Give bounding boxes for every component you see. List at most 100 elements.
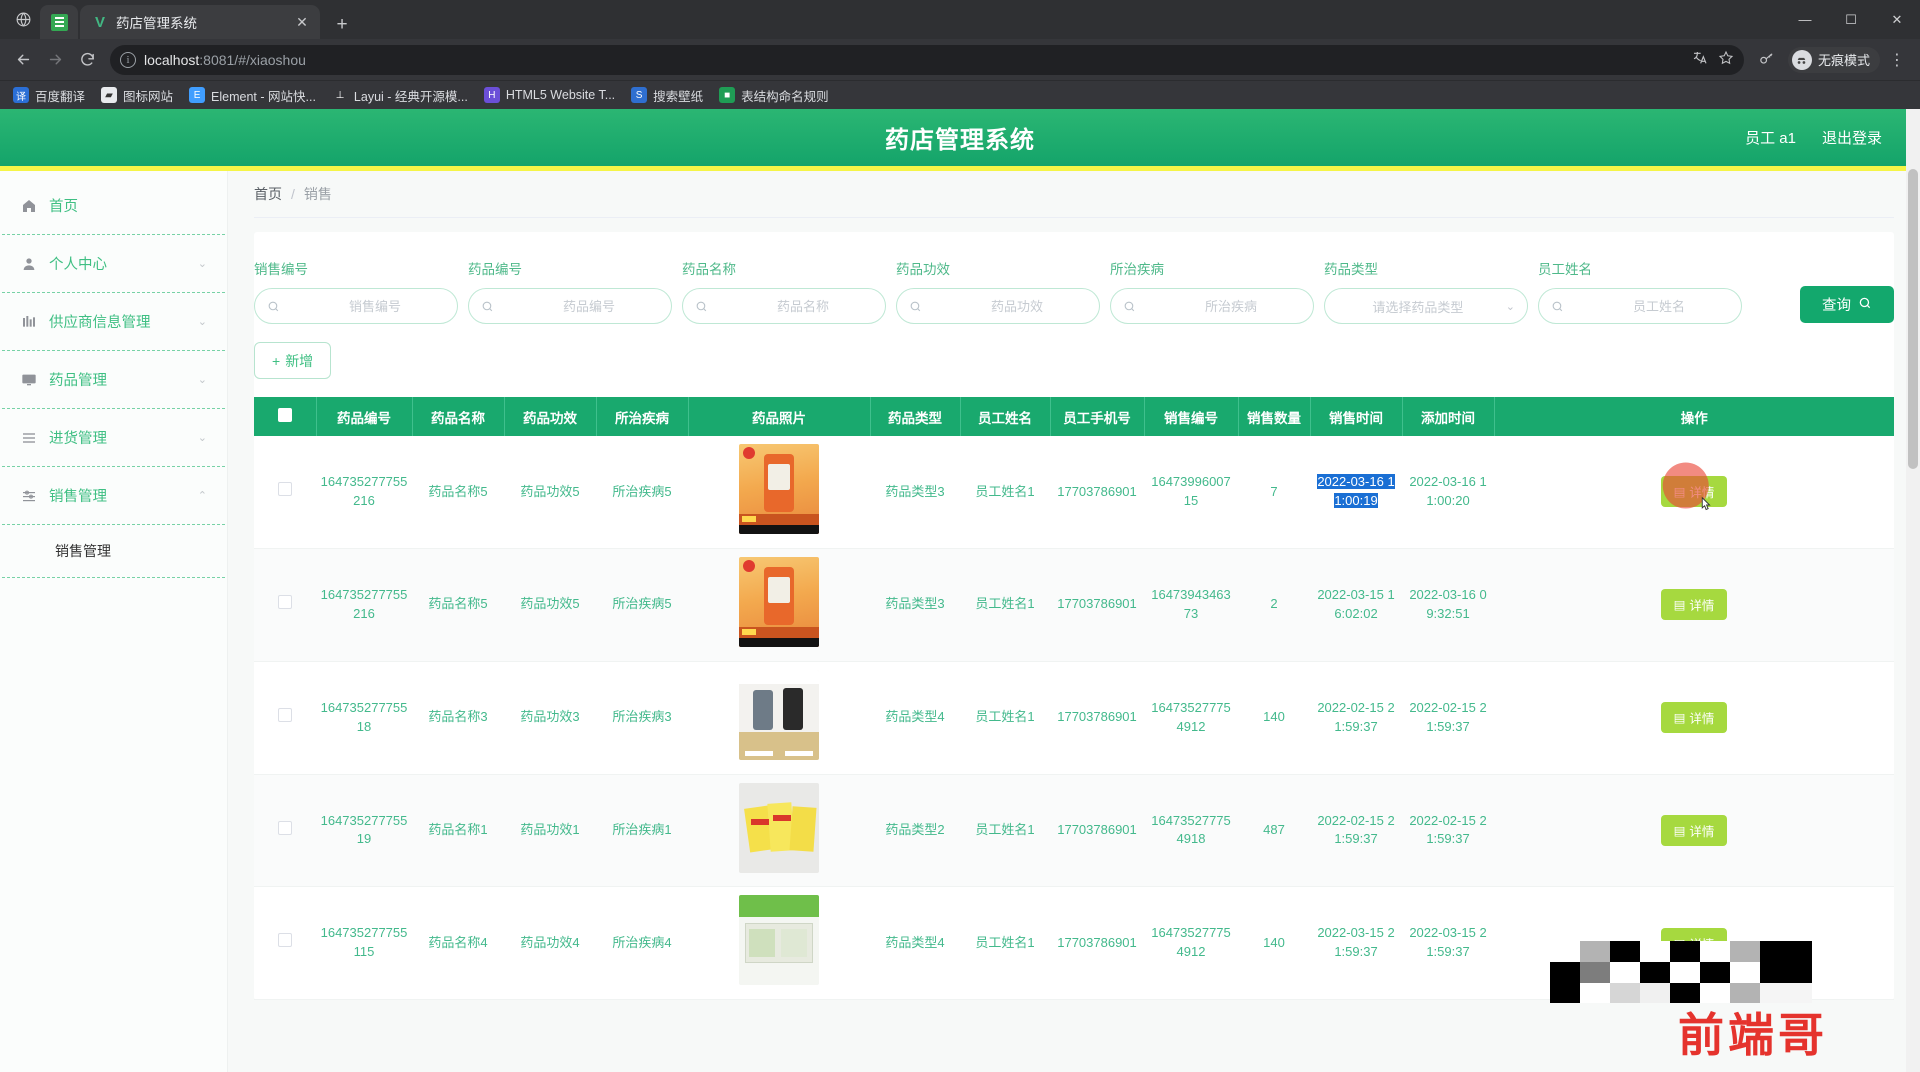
select-all-header[interactable] (254, 397, 317, 436)
search-icon (1123, 300, 1136, 313)
cell-sale-time: 2022-03-15 21:59:37 (1310, 886, 1402, 1001)
pinned-tab[interactable] (40, 5, 78, 39)
drug-photo-thumbnail[interactable] (739, 782, 819, 873)
drug-photo-thumbnail[interactable] (739, 669, 819, 760)
search-input[interactable] (1143, 298, 1319, 314)
search-input-wrapper[interactable] (254, 288, 463, 324)
drug-photo-thumbnail[interactable] (739, 444, 819, 534)
breadcrumb-home[interactable]: 首页 (254, 184, 282, 204)
document-icon: ▤ (1673, 598, 1686, 613)
bookmark-item[interactable]: ■ 表结构命名规则 (712, 83, 836, 108)
sidebar-item-drug[interactable]: 药品管理 ⌄ (0, 351, 227, 408)
col-disease: 所治疾病 (596, 397, 689, 436)
window-close-button[interactable]: ✕ (1874, 4, 1920, 36)
cell-phone: 17703786901 (1050, 774, 1144, 888)
row-select-cell[interactable] (254, 548, 316, 662)
cell-drug-type: 药品类型2 (870, 774, 960, 888)
cell-qty: 2 (1238, 548, 1310, 662)
key-icon[interactable] (1752, 45, 1782, 75)
bookmark-item[interactable]: ⊥ Layui - 经典开源模... (325, 83, 475, 108)
search-input-wrapper[interactable] (468, 288, 677, 324)
sidebar-item-sales[interactable]: 销售管理 ⌃ (0, 467, 227, 524)
row-checkbox[interactable] (278, 707, 292, 722)
browser-tab[interactable]: V 药店管理系统 ✕ (80, 5, 320, 39)
detail-button[interactable]: ▤ 详情 (1660, 476, 1728, 508)
sidebar-item-label: 进货管理 (49, 431, 107, 447)
cell-photo[interactable] (688, 774, 870, 888)
cell-phone: 17703786901 (1050, 436, 1144, 549)
search-input[interactable] (715, 298, 891, 314)
new-tab-button[interactable]: + (328, 11, 356, 39)
drug-photo-thumbnail[interactable] (739, 556, 819, 647)
search-input-wrapper[interactable] (1538, 288, 1747, 324)
minimize-button[interactable]: — (1782, 4, 1828, 36)
sidebar-item-home[interactable]: 首页 (0, 177, 227, 234)
row-select-cell[interactable] (254, 886, 316, 1001)
detail-button-label: 详情 (1689, 486, 1715, 501)
sidebar-item-purchase[interactable]: 进货管理 ⌄ (0, 409, 227, 466)
cell-photo[interactable] (688, 548, 870, 662)
row-select-cell[interactable] (254, 661, 316, 775)
bookmark-item[interactable]: S 搜索壁纸 (624, 83, 710, 108)
qr-code-watermark (1550, 941, 1812, 1003)
cell-photo[interactable] (688, 661, 870, 775)
page-scrollbar[interactable] (1906, 109, 1920, 1072)
close-icon[interactable]: ✕ (292, 12, 312, 32)
row-checkbox[interactable] (278, 482, 292, 496)
forward-icon[interactable] (40, 45, 70, 75)
bookmark-item[interactable]: ▰ 图标网站 (94, 83, 180, 108)
search-icon (267, 300, 280, 313)
bookmarks-bar: 译百度翻译 ▰ 图标网站 E Element - 网站快... ⊥ Layui - 经… (0, 80, 1920, 109)
cell-drug-name: 药品名称3 (412, 661, 504, 775)
detail-button[interactable]: ▤ 详情 (1660, 589, 1728, 621)
table-row[interactable]: 164735277755216 药品名称5 药品功效5 所治疾病5 药品类型3 … (254, 548, 1894, 662)
row-checkbox[interactable] (278, 594, 292, 609)
drug-photo-thumbnail[interactable] (739, 895, 819, 986)
bookmark-item[interactable]: H HTML5 Website T... (477, 84, 622, 106)
table-row[interactable]: 16473527775518 药品名称3 药品功效3 所治疾病3 药品类型4 员… (254, 661, 1894, 775)
sidebar: 首页 个人中心 ⌄ 供应商信息管理 ⌄ 药品管理 ⌄ 进货管理 ⌄ 销售管理 ⌃… (0, 171, 228, 1072)
translate-icon[interactable] (1692, 50, 1708, 69)
sidebar-subitem-sales[interactable]: 销售管理 (0, 525, 227, 577)
logout-link[interactable]: 退出登录 (1822, 127, 1882, 148)
search-input-wrapper[interactable] (896, 288, 1105, 324)
cell-photo[interactable] (688, 436, 870, 549)
search-input[interactable] (501, 298, 677, 314)
sidebar-item-profile[interactable]: 个人中心 ⌄ (0, 235, 227, 292)
drug-type-select[interactable]: 请选择药品类型 ⌄ (1324, 288, 1528, 324)
cell-drug-no: 164735277755216 (316, 436, 412, 549)
bookmark-item[interactable]: 译百度翻译 (6, 83, 92, 108)
detail-button[interactable]: ▤ 详情 (1660, 702, 1728, 734)
search-input-wrapper[interactable] (682, 288, 891, 324)
kebab-menu-icon[interactable]: ⋮ (1882, 45, 1912, 75)
search-input-wrapper[interactable] (1110, 288, 1319, 324)
cell-drug-type: 药品类型4 (870, 661, 960, 775)
profile-chip[interactable]: 无痕模式 (1787, 46, 1880, 73)
search-input[interactable] (1571, 298, 1747, 314)
row-select-cell[interactable] (254, 774, 316, 888)
row-checkbox[interactable] (278, 933, 292, 948)
back-icon[interactable] (8, 45, 38, 75)
cell-staff: 员工姓名1 (960, 548, 1050, 662)
address-bar[interactable]: i localhost:8081/#/xiaoshou (110, 44, 1744, 75)
bookmark-item[interactable]: E Element - 网站快... (182, 83, 323, 108)
search-input[interactable] (287, 298, 463, 314)
add-button[interactable]: + 新增 (254, 342, 332, 379)
star-icon[interactable] (1718, 50, 1734, 69)
cell-effect: 药品功效5 (504, 436, 596, 549)
select-all-checkbox[interactable] (277, 408, 292, 422)
browser-chrome: V 药店管理系统 ✕ + — ☐ ✕ i localhost:8081/#/xi… (0, 0, 1920, 109)
row-select-cell[interactable] (254, 436, 316, 549)
row-checkbox[interactable] (278, 820, 292, 835)
reload-icon[interactable] (72, 45, 102, 75)
search-input[interactable] (929, 298, 1105, 314)
query-button[interactable]: 查询 (1800, 286, 1894, 323)
scrollbar-thumb[interactable] (1908, 169, 1918, 469)
monitor-icon (20, 372, 38, 388)
table-row[interactable]: 164735277755216 药品名称5 药品功效5 所治疾病5 药品类型3 … (254, 436, 1894, 549)
cell-photo[interactable] (688, 886, 870, 1001)
table-row[interactable]: 16473527775519 药品名称1 药品功效1 所治疾病1 药品类型2 员… (254, 774, 1894, 888)
maximize-button[interactable]: ☐ (1828, 4, 1874, 36)
detail-button[interactable]: ▤ 详情 (1660, 814, 1728, 846)
sidebar-item-supplier[interactable]: 供应商信息管理 ⌄ (0, 293, 227, 350)
